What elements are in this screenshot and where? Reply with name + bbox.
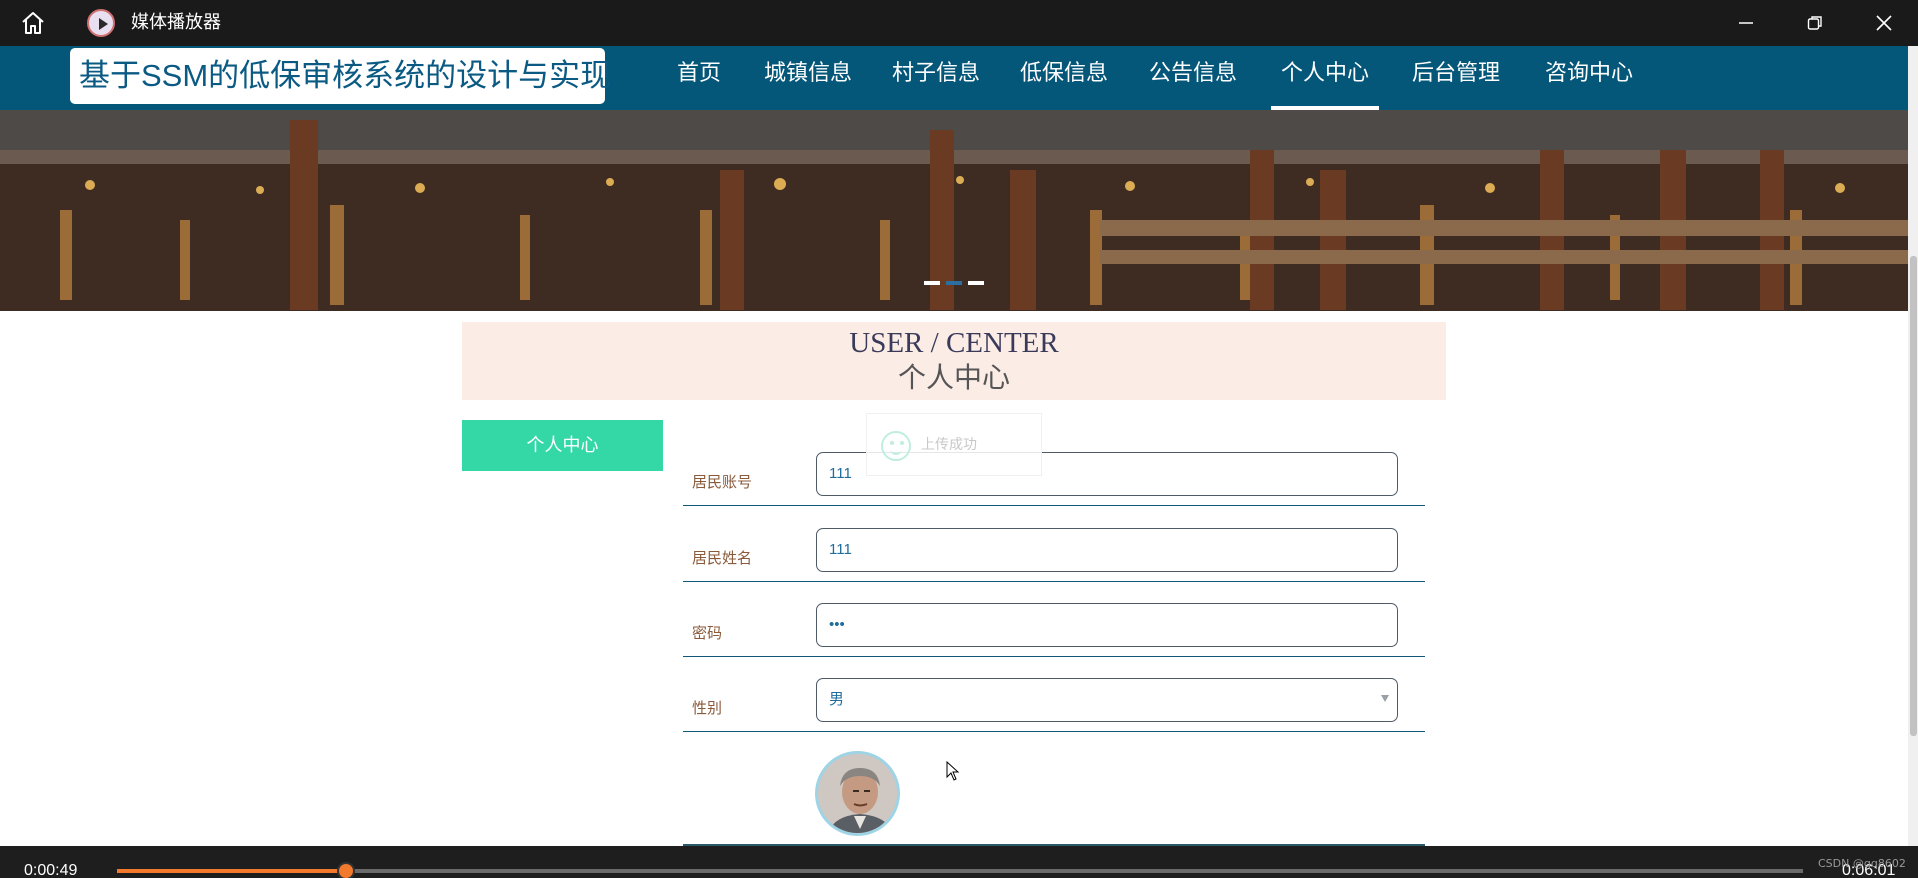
nav-item-announcements[interactable]: 公告信息 bbox=[1148, 46, 1238, 110]
account-label: 居民账号 bbox=[692, 473, 753, 491]
toast-message: 上传成功 bbox=[921, 437, 977, 453]
nav-item-village-info[interactable]: 村子信息 bbox=[891, 46, 981, 110]
title-bar: 媒体播放器 bbox=[0, 0, 1918, 46]
upload-success-toast: 上传成功 bbox=[866, 413, 1042, 476]
name-input[interactable]: 111 bbox=[816, 528, 1398, 572]
close-button[interactable] bbox=[1850, 0, 1918, 46]
gender-label: 性别 bbox=[692, 699, 723, 717]
password-label: 密码 bbox=[692, 624, 723, 642]
avatar[interactable] bbox=[815, 751, 900, 836]
section-title-en: USER / CENTER bbox=[849, 327, 1059, 359]
nav-item-town-info[interactable]: 城镇信息 bbox=[763, 46, 853, 110]
section-title-cn: 个人中心 bbox=[897, 363, 1010, 394]
media-controls: 0:00:49 0:06:01 bbox=[0, 846, 1918, 878]
section-header: USER / CENTER 个人中心 bbox=[462, 322, 1446, 400]
progress-handle[interactable] bbox=[337, 862, 356, 878]
minimize-button[interactable] bbox=[1712, 0, 1780, 46]
name-label: 居民姓名 bbox=[692, 549, 753, 567]
nav-item-personal-center[interactable]: 个人中心 bbox=[1271, 46, 1379, 110]
smile-icon bbox=[881, 431, 911, 461]
carousel-dot-2[interactable] bbox=[946, 281, 962, 285]
form-row-gender: 性别 男 bbox=[683, 657, 1425, 732]
mouse-cursor-icon bbox=[946, 761, 960, 781]
password-input[interactable]: ••• bbox=[816, 603, 1398, 647]
nav-item-admin[interactable]: 后台管理 bbox=[1411, 46, 1501, 110]
page-scrollbar[interactable] bbox=[1908, 46, 1918, 846]
carousel-dot-1[interactable] bbox=[924, 281, 940, 285]
progress-fill bbox=[117, 869, 347, 873]
minimize-icon bbox=[1739, 22, 1753, 24]
scrollbar-thumb[interactable] bbox=[1910, 256, 1917, 736]
media-player-window: 媒体播放器 基于SSM的低保审核系统的设计与实现 首页 城镇信息 村子信息 低保… bbox=[0, 0, 1918, 878]
home-icon[interactable] bbox=[20, 11, 46, 35]
nav-item-home[interactable]: 首页 bbox=[676, 46, 722, 110]
sidebar-item-personal-center[interactable]: 个人中心 bbox=[462, 420, 663, 471]
restore-button[interactable] bbox=[1781, 0, 1849, 46]
gender-select[interactable]: 男 bbox=[816, 678, 1398, 722]
progress-bar[interactable] bbox=[117, 869, 1803, 873]
close-icon bbox=[1876, 15, 1892, 31]
chevron-down-icon bbox=[1381, 695, 1389, 702]
form-row-name: 居民姓名 111 bbox=[683, 506, 1425, 582]
carousel-dot-3[interactable] bbox=[968, 281, 984, 285]
form-row-account: 居民账号 111 bbox=[683, 446, 1425, 506]
restore-icon bbox=[1807, 16, 1822, 30]
play-circle-icon bbox=[87, 9, 115, 37]
gender-selected-value: 男 bbox=[829, 691, 845, 708]
watermark: CSDN @qq8602 bbox=[1818, 857, 1906, 870]
current-time: 0:00:49 bbox=[24, 862, 78, 878]
nav-item-subsidy-info[interactable]: 低保信息 bbox=[1019, 46, 1109, 110]
nav-item-consult-center[interactable]: 咨询中心 bbox=[1544, 46, 1634, 110]
form-row-password: 密码 ••• bbox=[683, 582, 1425, 657]
site-title[interactable]: 基于SSM的低保审核系统的设计与实现 bbox=[70, 48, 611, 104]
window-title: 媒体播放器 bbox=[131, 12, 221, 33]
